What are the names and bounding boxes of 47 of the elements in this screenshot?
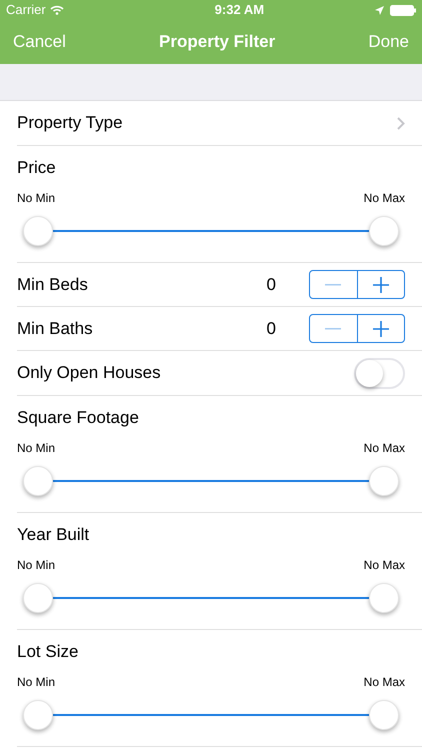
row-label: Min Beds	[17, 274, 89, 296]
plus-icon	[372, 276, 389, 292]
row-label: Property Type	[17, 112, 123, 134]
minus-icon	[325, 328, 342, 330]
min-label: No Min	[17, 674, 56, 690]
range-slider[interactable]	[24, 216, 398, 246]
status-time: 9:32 AM	[214, 1, 264, 20]
max-label: No Max	[364, 440, 405, 456]
range-slider[interactable]	[24, 582, 398, 612]
row-label: Lot Size	[17, 641, 80, 663]
slider-thumb[interactable]	[369, 466, 399, 496]
count-value: 0	[266, 274, 276, 296]
nav-title: Property Filter	[159, 31, 276, 54]
max-label: No Max	[364, 556, 405, 574]
done-button[interactable]: Done	[368, 29, 409, 55]
slider-thumb[interactable]	[369, 216, 399, 246]
row-label: Min Baths	[17, 318, 94, 340]
slider-thumb[interactable]	[369, 700, 399, 730]
row-label: Price	[17, 157, 57, 179]
minus-icon	[325, 284, 342, 286]
slider-thumb[interactable]	[23, 216, 53, 246]
row-label: Year Built	[17, 524, 90, 546]
battery-icon	[390, 4, 416, 16]
cancel-button[interactable]: Cancel	[13, 29, 66, 55]
location-arrow-icon	[374, 6, 384, 14]
max-label: No Max	[364, 674, 405, 690]
stepper-control[interactable]	[309, 270, 405, 299]
max-label: No Max	[364, 190, 405, 206]
row-label: Square Footage	[17, 407, 140, 429]
slider-thumb[interactable]	[23, 700, 53, 730]
row-label: Only Open Houses	[17, 362, 161, 384]
slider-thumb[interactable]	[369, 582, 399, 612]
slider-thumb[interactable]	[23, 582, 53, 612]
toggle-switch[interactable]	[354, 358, 405, 388]
range-slider[interactable]	[24, 700, 398, 730]
plus-icon	[372, 320, 389, 336]
carrier-label: Carrier	[6, 1, 46, 20]
min-label: No Min	[17, 190, 56, 206]
range-slider[interactable]	[24, 466, 398, 496]
slider-thumb[interactable]	[23, 466, 53, 496]
min-label: No Min	[17, 440, 56, 456]
chevron-right-icon	[397, 116, 405, 130]
stepper-control[interactable]	[309, 314, 405, 343]
property-type-row[interactable]: Property Type	[17, 101, 422, 146]
wifi-icon	[50, 5, 64, 15]
count-value: 0	[266, 318, 276, 340]
min-label: No Min	[17, 556, 56, 574]
